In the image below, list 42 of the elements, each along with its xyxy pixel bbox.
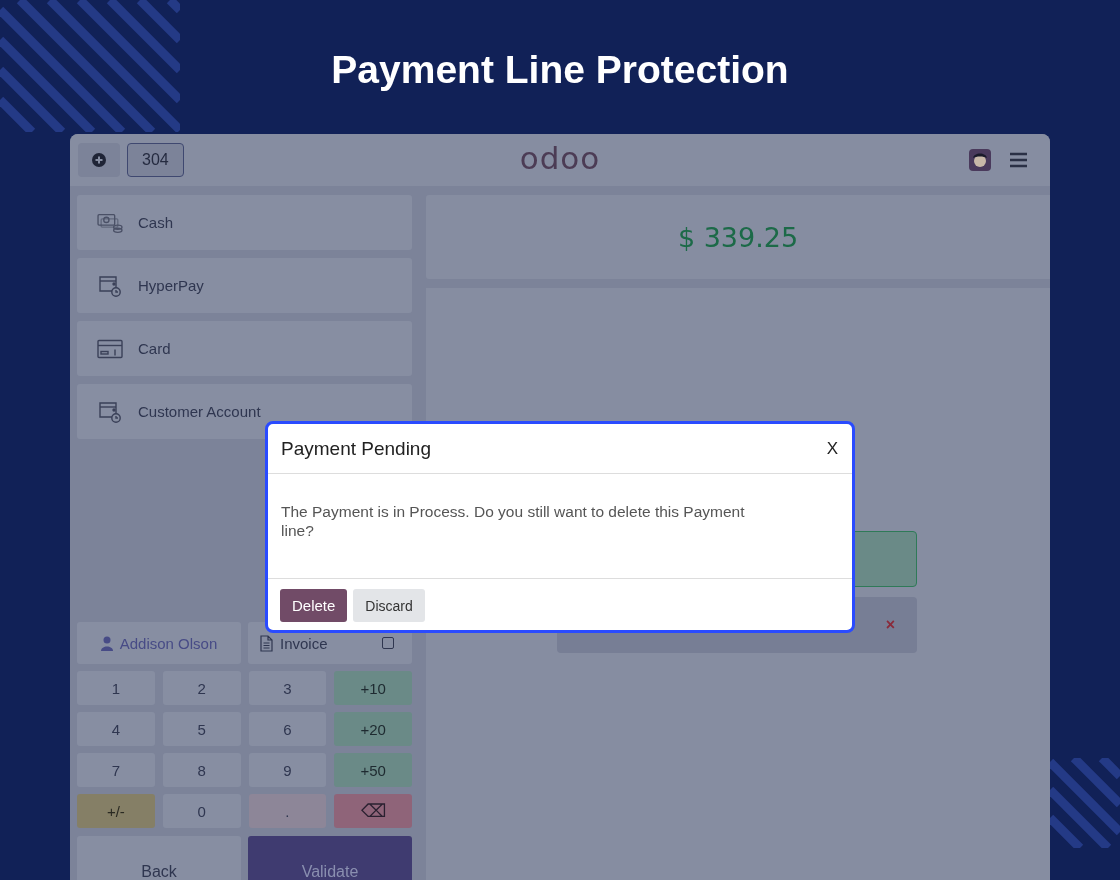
numpad-key[interactable]: 5 (162, 712, 241, 746)
remove-button[interactable]: × (885, 616, 895, 634)
decimal-key[interactable]: . (248, 794, 327, 828)
dialog-title: Payment Pending (281, 437, 431, 460)
customer-button[interactable]: Addison Olson (77, 622, 241, 664)
invoice-checkbox[interactable] (382, 637, 394, 649)
person-icon (100, 635, 113, 651)
close-button[interactable]: X (824, 438, 840, 459)
back-button[interactable]: Back (77, 836, 241, 880)
wallet-clock-icon (99, 401, 121, 423)
document-icon (260, 634, 273, 652)
wallet-clock-icon (99, 275, 121, 297)
delete-button[interactable]: Delete (280, 589, 348, 622)
validate-button[interactable]: Validate (248, 836, 412, 880)
numpad-key[interactable]: 8 (162, 753, 241, 787)
payment-method-button[interactable]: HyperPay (77, 258, 412, 313)
add-amount-key[interactable]: +20 (334, 712, 412, 746)
backspace-key[interactable]: ⌫ (334, 794, 412, 828)
payment-method-button[interactable]: Cash (77, 195, 412, 250)
new-order-button[interactable] (78, 143, 120, 177)
credit-card-icon (97, 339, 123, 358)
avatar-icon[interactable] (969, 149, 991, 171)
menu-icon[interactable] (1009, 152, 1028, 168)
numpad-key[interactable]: 6 (248, 712, 327, 746)
numpad-key[interactable]: 4 (77, 712, 155, 746)
logo: odoo (519, 140, 601, 176)
sign-key[interactable]: +/- (77, 794, 155, 828)
cash-icon (97, 213, 123, 233)
numpad-key[interactable]: 7 (77, 753, 155, 787)
total-amount: $ 339.25 (426, 195, 1050, 279)
add-amount-key[interactable]: +50 (334, 753, 412, 787)
payment-method-button[interactable]: Card (77, 321, 412, 376)
discard-button[interactable]: Discard (353, 589, 425, 622)
dialog-message: The Payment is in Process. Do you still want to delete this Payment line? (281, 502, 746, 540)
numpad-key[interactable]: 1 (77, 671, 155, 705)
numpad-key[interactable]: 3 (248, 671, 327, 705)
plus-circle-icon (92, 153, 106, 167)
numpad-key[interactable]: 0 (162, 794, 241, 828)
add-amount-key[interactable]: +10 (334, 671, 412, 705)
order-tab[interactable]: 304 (127, 143, 184, 177)
numpad-key[interactable]: 9 (248, 753, 327, 787)
numpad-key[interactable]: 2 (162, 671, 241, 705)
